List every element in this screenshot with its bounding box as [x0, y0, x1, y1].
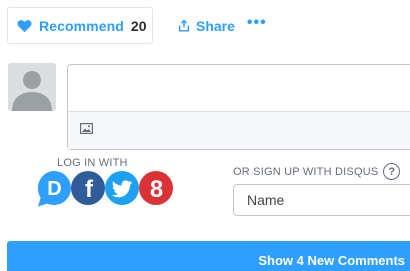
disqus-glyph: D	[47, 178, 61, 200]
google-glyph: 8	[150, 176, 163, 203]
disqus-icon: D	[38, 171, 71, 207]
twitter-login-button[interactable]	[105, 170, 139, 205]
avatar	[8, 63, 56, 111]
comment-composer[interactable]	[67, 64, 410, 150]
twitter-icon	[105, 171, 139, 205]
image-upload-icon[interactable]	[80, 123, 93, 134]
facebook-login-button[interactable]: f	[71, 170, 105, 205]
recommend-button[interactable]: Recommend 20	[7, 7, 153, 44]
login-with-label: LOG IN WITH	[57, 157, 128, 169]
default-avatar-icon	[8, 63, 56, 111]
name-input[interactable]	[233, 184, 410, 216]
facebook-glyph: f	[85, 176, 94, 203]
share-label: Share	[196, 17, 235, 34]
show-new-comments-button[interactable]: Show 4 New Comments	[7, 241, 410, 271]
more-options-button[interactable]: •••	[247, 14, 267, 38]
share-button[interactable]: Share	[178, 18, 235, 34]
facebook-icon: f	[71, 171, 105, 205]
comment-textarea[interactable]	[68, 65, 410, 112]
heart-icon	[17, 19, 32, 32]
recommend-label: Recommend	[39, 17, 124, 34]
help-icon[interactable]: ?	[383, 163, 401, 180]
signup-label-text: OR SIGN UP WITH DISQUS	[233, 165, 379, 178]
signup-with-disqus-label: OR SIGN UP WITH DISQUS ?	[233, 163, 401, 180]
share-icon	[179, 19, 189, 32]
google-icon: 8	[139, 171, 173, 205]
comment-toolbar: Recommend 20 Share •••	[7, 7, 267, 44]
composer-toolbar	[68, 111, 410, 149]
recommend-count: 20	[130, 17, 147, 34]
disqus-login-button[interactable]: D	[37, 170, 71, 207]
google-login-button[interactable]: 8	[139, 170, 173, 205]
